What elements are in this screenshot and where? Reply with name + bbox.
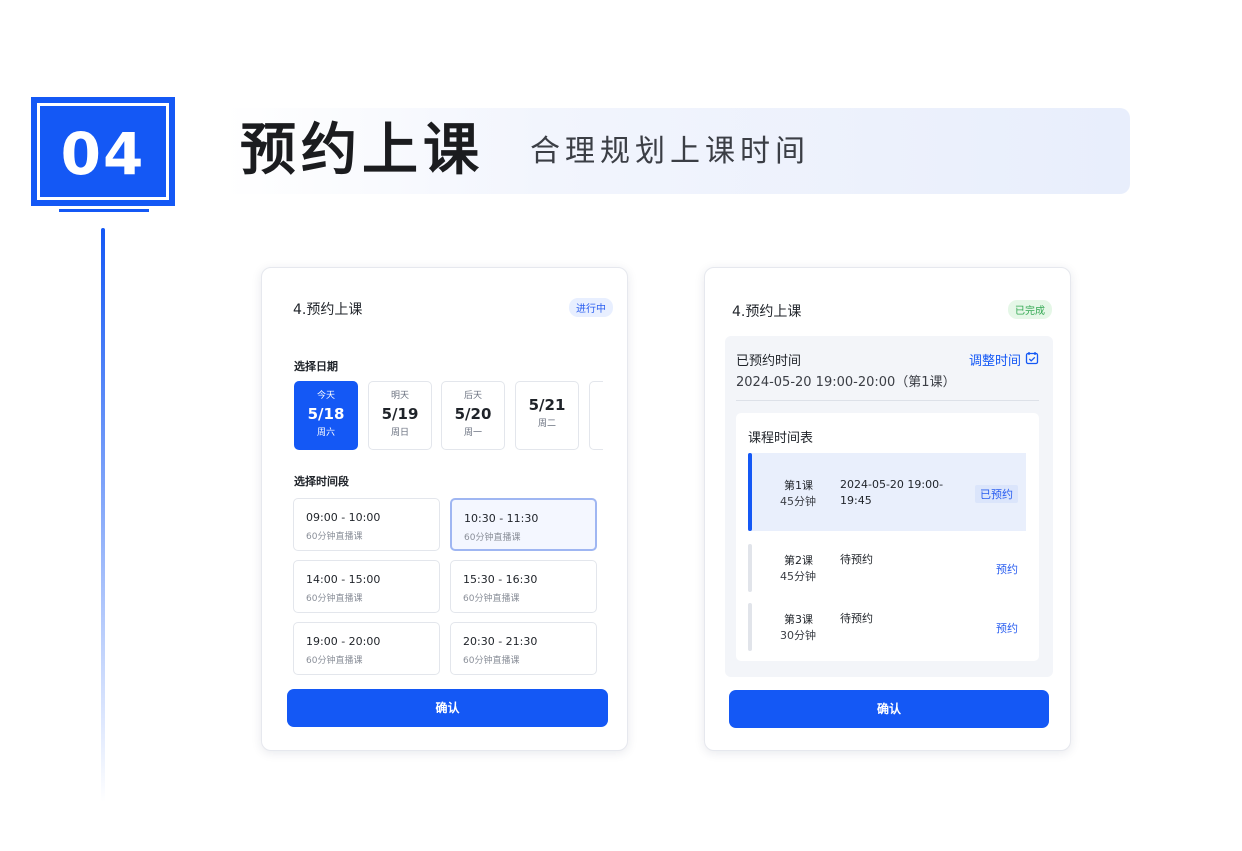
booked-time-value: 2024-05-20 19:00-20:00（第1课） (736, 375, 956, 390)
page-subtitle: 合理规划上课时间 (530, 134, 810, 169)
time-slot-range: 19:00 - 20:00 (306, 635, 381, 648)
booked-badge: 已预约 (975, 485, 1018, 503)
lesson-duration: 45分钟 (780, 495, 816, 508)
lesson-indicator (748, 544, 752, 592)
schedule-title: 课程时间表 (748, 431, 814, 446)
lesson-row-active: 第1课 45分钟 2024-05-20 19:00-19:45 已预约 (748, 453, 1026, 531)
date-chip-tomorrow[interactable]: 明天 5/19 周日 (368, 381, 432, 450)
timeline-line (101, 228, 105, 802)
date-chip-date: 5/20 (454, 405, 492, 423)
book-lesson-link[interactable]: 预约 (996, 561, 1018, 577)
date-chip-weekday: 周一 (463, 428, 482, 438)
step-badge: 04 (31, 97, 175, 206)
time-slot-range: 09:00 - 10:00 (306, 511, 381, 524)
time-section-label: 选择时间段 (294, 475, 349, 488)
booked-time-label: 已预约时间 (736, 354, 802, 369)
status-badge: 已完成 (1008, 300, 1052, 319)
time-slot-desc: 60分钟直播课 (306, 656, 363, 666)
title-bar: 预约上课 合理规划上课时间 (224, 108, 1130, 194)
lesson-name: 第3课 (784, 613, 813, 626)
date-chip-relative: 明天 (390, 391, 409, 401)
time-slot-desc: 60分钟直播课 (464, 533, 521, 543)
date-chip-today[interactable]: 今天 5/18 周六 (294, 381, 358, 450)
date-chip-date: 5/19 (381, 405, 419, 423)
card-title: 4.预约上课 (293, 302, 363, 318)
lesson-duration: 30分钟 (780, 629, 816, 642)
time-slot-desc: 60分钟直播课 (463, 594, 520, 604)
date-section-label: 选择日期 (294, 360, 338, 373)
time-slot[interactable]: 15:30 - 16:30 60分钟直播课 (450, 560, 597, 613)
lesson-name: 第2课 (784, 554, 813, 567)
confirm-button[interactable]: 确认 (729, 690, 1049, 728)
status-badge: 进行中 (569, 298, 613, 317)
lesson-status: 待预约 (840, 553, 873, 566)
date-chip-weekday: 周六 (316, 428, 335, 438)
lesson-name: 第1课 (784, 479, 813, 492)
lesson-row: 第2课 45分钟 待预约 预约 (748, 544, 1026, 592)
course-schedule: 课程时间表 第1课 45分钟 2024-05-20 19:00-19:45 已预… (736, 413, 1039, 661)
date-chip-date: 5/18 (307, 405, 345, 423)
time-slot-desc: 60分钟直播课 (463, 656, 520, 666)
time-slot-desc: 60分钟直播课 (306, 532, 363, 542)
lesson-time: 2024-05-20 19:00-19:45 (840, 478, 944, 507)
page-title: 预约上课 (240, 118, 484, 183)
lesson-indicator (748, 603, 752, 651)
time-slot[interactable]: 19:00 - 20:00 60分钟直播课 (293, 622, 440, 675)
date-chip-date: 5/21 (528, 396, 566, 414)
date-chip-relative: 后天 (463, 391, 482, 401)
time-slot-range: 20:30 - 21:30 (463, 635, 538, 648)
time-slot-range: 15:30 - 16:30 (463, 573, 538, 586)
date-chip-weekday: 周二 (537, 419, 556, 429)
step-badge-frame: 04 (37, 103, 169, 200)
time-slot-selected[interactable]: 10:30 - 11:30 60分钟直播课 (450, 498, 597, 551)
card-title: 4.预约上课 (732, 304, 802, 320)
lesson-status: 待预约 (840, 612, 873, 625)
date-chip-weekday: 周日 (390, 428, 409, 438)
lesson-duration: 45分钟 (780, 570, 816, 583)
lesson-indicator (748, 453, 752, 531)
booking-card: 4.预约上课 进行中 选择日期 今天 5/18 周六 明天 5/19 周日 后天… (261, 267, 628, 751)
time-slot[interactable]: 20:30 - 21:30 60分钟直播课 (450, 622, 597, 675)
time-slot[interactable]: 09:00 - 10:00 60分钟直播课 (293, 498, 440, 551)
booking-result-card: 4.预约上课 已完成 已预约时间 2024-05-20 19:00-20:00（… (704, 267, 1071, 751)
date-picker: 今天 5/18 周六 明天 5/19 周日 后天 5/20 周一 5/21 周二 (294, 381, 603, 451)
book-lesson-link[interactable]: 预约 (996, 620, 1018, 636)
booked-panel: 已预约时间 2024-05-20 19:00-20:00（第1课） 调整时间 课… (725, 336, 1053, 677)
time-slot-range: 14:00 - 15:00 (306, 573, 381, 586)
time-slot[interactable]: 14:00 - 15:00 60分钟直播课 (293, 560, 440, 613)
calendar-check-icon (1025, 351, 1039, 369)
confirm-button[interactable]: 确认 (287, 689, 608, 727)
step-underline (59, 209, 149, 212)
step-number: 04 (60, 120, 146, 188)
time-slot-desc: 60分钟直播课 (306, 594, 363, 604)
date-chip-relative: 今天 (316, 391, 335, 401)
date-chip-5-21[interactable]: 5/21 周二 (515, 381, 579, 450)
time-slot-range: 10:30 - 11:30 (464, 512, 539, 525)
adjust-time-label: 调整时间 (968, 354, 1021, 369)
divider (736, 400, 1039, 401)
lesson-row: 第3课 30分钟 待预约 预约 (748, 603, 1026, 651)
adjust-time-link[interactable]: 调整时间 (969, 350, 1039, 369)
date-chip-next-partial[interactable] (589, 381, 603, 450)
date-chip-day-after[interactable]: 后天 5/20 周一 (441, 381, 505, 450)
